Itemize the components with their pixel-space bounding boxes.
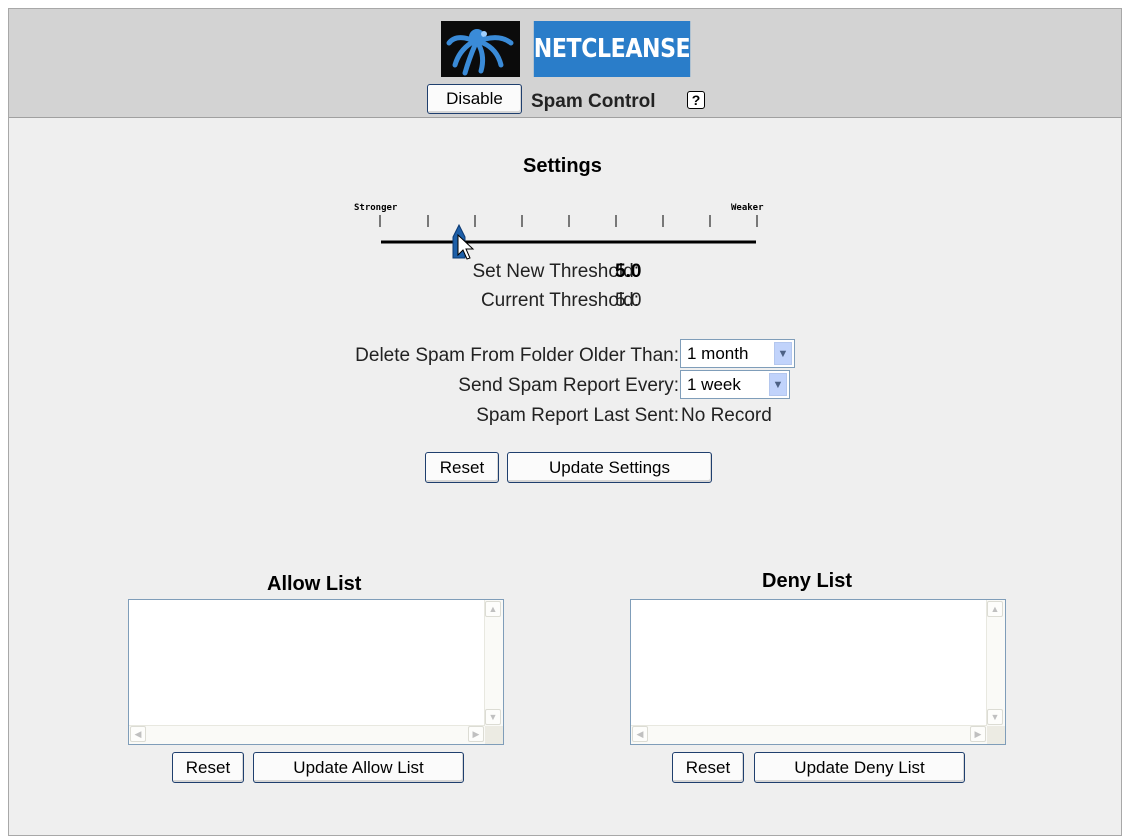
deny-list-vscroll[interactable]: ▲ ▼ <box>986 600 1005 726</box>
netcleanse-logo: NETCLEANSE <box>441 21 696 77</box>
allow-list-heading: Allow List <box>267 573 362 595</box>
allow-reset-button[interactable]: Reset <box>172 752 244 783</box>
last-sent-value: No Record <box>681 405 772 426</box>
last-sent-label: Spam Report Last Sent: <box>476 405 679 426</box>
page-frame: NETCLEANSE Disable Spam Control ? Settin… <box>8 8 1122 836</box>
deny-reset-button[interactable]: Reset <box>672 752 744 783</box>
scroll-down-icon[interactable]: ▼ <box>987 709 1003 725</box>
settings-reset-button[interactable]: Reset <box>425 452 499 483</box>
update-settings-button[interactable]: Update Settings <box>507 452 712 483</box>
spam-report-value: 1 week <box>687 374 741 394</box>
scroll-up-icon[interactable]: ▲ <box>987 601 1003 617</box>
help-icon[interactable]: ? <box>687 91 705 109</box>
new-threshold-value: 5.0 <box>615 261 642 282</box>
page-title: Spam Control <box>531 91 656 112</box>
threshold-slider[interactable]: Stronger Weaker <box>349 203 789 263</box>
scroll-corner <box>987 726 1005 744</box>
update-allow-list-button[interactable]: Update Allow List <box>253 752 464 783</box>
allow-list-vscroll[interactable]: ▲ ▼ <box>484 600 503 726</box>
slider-ticks <box>379 215 758 227</box>
chevron-down-icon[interactable]: ▼ <box>774 342 792 365</box>
scroll-down-icon[interactable]: ▼ <box>485 709 501 725</box>
current-threshold-value: 5.0 <box>615 290 642 311</box>
header: NETCLEANSE Disable Spam Control ? <box>9 9 1121 118</box>
settings-heading: Settings <box>523 155 602 177</box>
scroll-up-icon[interactable]: ▲ <box>485 601 501 617</box>
delete-spam-label: Delete Spam From Folder Older Than: <box>355 345 679 366</box>
spam-report-select[interactable]: 1 week ▼ <box>680 370 790 399</box>
scroll-right-icon[interactable]: ▶ <box>468 726 484 742</box>
logo-text: NETCLEANSE <box>533 21 691 77</box>
deny-list-heading: Deny List <box>762 570 853 592</box>
delete-spam-value: 1 month <box>687 343 749 363</box>
disable-button[interactable]: Disable <box>427 84 522 114</box>
deny-list-hscroll[interactable]: ◀ ▶ <box>631 725 987 744</box>
allow-list-textarea[interactable]: ▲ ▼ ◀ ▶ <box>128 599 504 745</box>
octopus-icon <box>441 21 520 77</box>
scroll-right-icon[interactable]: ▶ <box>970 726 986 742</box>
deny-list-textarea[interactable]: ▲ ▼ ◀ ▶ <box>630 599 1006 745</box>
chevron-down-icon[interactable]: ▼ <box>769 373 787 396</box>
scroll-left-icon[interactable]: ◀ <box>632 726 648 742</box>
scroll-corner <box>485 726 503 744</box>
scroll-left-icon[interactable]: ◀ <box>130 726 146 742</box>
allow-list-hscroll[interactable]: ◀ ▶ <box>129 725 485 744</box>
delete-spam-select[interactable]: 1 month ▼ <box>680 339 795 368</box>
spam-report-label: Send Spam Report Every: <box>458 375 679 396</box>
update-deny-list-button[interactable]: Update Deny List <box>754 752 965 783</box>
